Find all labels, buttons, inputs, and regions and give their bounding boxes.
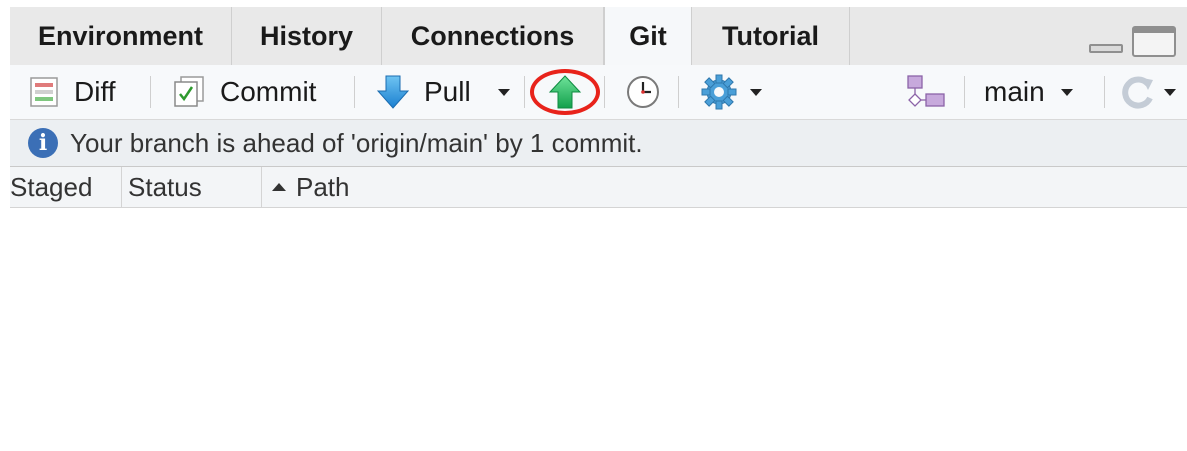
branch-status-message: Your branch is ahead of 'origin/main' by… bbox=[70, 127, 643, 158]
diff-icon bbox=[30, 77, 58, 107]
push-arrow-icon bbox=[548, 75, 582, 109]
branch-status-bar: i Your branch is ahead of 'origin/main' … bbox=[10, 120, 1187, 167]
commit-checkbox-icon bbox=[174, 76, 204, 107]
toolbar-divider bbox=[604, 76, 605, 108]
toolbar-divider bbox=[1104, 76, 1105, 108]
more-git-options-button[interactable] bbox=[700, 65, 762, 119]
diff-button[interactable]: Diff bbox=[30, 65, 116, 119]
maximize-pane-button[interactable] bbox=[1132, 26, 1176, 57]
toolbar-divider bbox=[678, 76, 679, 108]
new-branch-icon bbox=[907, 75, 945, 107]
push-button[interactable] bbox=[530, 69, 600, 115]
column-header-staged[interactable]: Staged bbox=[10, 167, 122, 207]
tab-tutorial[interactable]: Tutorial bbox=[692, 7, 850, 65]
tab-history[interactable]: History bbox=[232, 7, 382, 65]
chevron-down-icon bbox=[750, 88, 762, 96]
info-icon: i bbox=[28, 128, 58, 158]
tab-environment[interactable]: Environment bbox=[10, 7, 232, 65]
changes-file-list bbox=[10, 208, 1187, 451]
chevron-down-icon bbox=[498, 88, 510, 96]
branch-selector[interactable]: main bbox=[984, 65, 1073, 119]
minimize-pane-button[interactable] bbox=[1089, 44, 1123, 53]
history-button[interactable] bbox=[626, 65, 660, 119]
refresh-button[interactable] bbox=[1120, 65, 1176, 119]
toolbar-divider bbox=[524, 76, 525, 108]
pull-options-dropdown[interactable] bbox=[498, 65, 510, 119]
gear-icon bbox=[701, 74, 737, 110]
toolbar-divider bbox=[150, 76, 151, 108]
tab-connections[interactable]: Connections bbox=[382, 7, 604, 65]
sort-ascending-icon bbox=[272, 183, 286, 191]
history-clock-icon bbox=[627, 76, 659, 108]
chevron-down-icon bbox=[1164, 88, 1176, 96]
pull-arrow-icon bbox=[376, 75, 410, 109]
tab-git[interactable]: Git bbox=[604, 7, 692, 66]
git-toolbar: Diff Commit Pull main bbox=[10, 65, 1187, 120]
new-branch-button[interactable] bbox=[906, 65, 946, 119]
toolbar-divider bbox=[964, 76, 965, 108]
changes-table-header: Staged Status Path bbox=[10, 167, 1187, 208]
column-header-status[interactable]: Status bbox=[122, 167, 262, 207]
column-header-path[interactable]: Path bbox=[262, 167, 562, 207]
toolbar-divider bbox=[354, 76, 355, 108]
refresh-icon bbox=[1122, 76, 1153, 109]
pane-tabbar: Environment History Connections Git Tuto… bbox=[10, 7, 1187, 66]
chevron-down-icon bbox=[1060, 88, 1073, 96]
pull-button[interactable]: Pull bbox=[376, 65, 471, 119]
commit-button[interactable]: Commit bbox=[172, 65, 316, 119]
